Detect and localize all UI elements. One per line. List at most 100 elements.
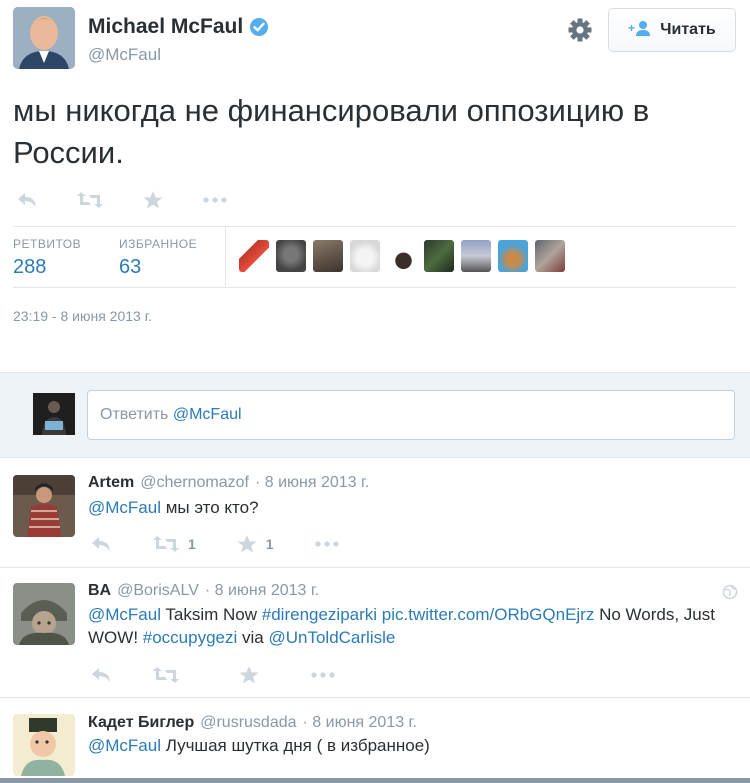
follow-button[interactable]: + Читать bbox=[608, 8, 736, 52]
retweet-action[interactable]: 1 bbox=[152, 535, 196, 553]
reply-date[interactable]: · 8 июня 2013 г. bbox=[303, 714, 417, 732]
favoriter-avatar[interactable] bbox=[276, 240, 306, 272]
reply-icon bbox=[16, 191, 38, 209]
reply-mention[interactable]: @UnToldCarlisle bbox=[268, 628, 395, 647]
reply-date[interactable]: · 8 июня 2013 г. bbox=[205, 582, 319, 600]
favoriter-avatar[interactable] bbox=[387, 240, 417, 272]
reply-author-name[interactable]: Кадет Биглер bbox=[88, 714, 194, 732]
more-action[interactable] bbox=[202, 196, 228, 204]
favoriter-avatar[interactable] bbox=[350, 240, 380, 272]
reply-avatar[interactable] bbox=[13, 714, 75, 776]
reply-box: Ответить @McFaul bbox=[0, 372, 750, 458]
current-user-avatar bbox=[33, 393, 75, 435]
reply-icon bbox=[90, 666, 112, 684]
favorite-action[interactable] bbox=[142, 190, 164, 210]
reply-text: @McFaul мы это кто? bbox=[88, 496, 728, 519]
bottom-edge-bar bbox=[0, 778, 750, 783]
reply-mention[interactable]: @McFaul bbox=[88, 605, 161, 624]
star-icon bbox=[142, 190, 164, 210]
favorite-action[interactable] bbox=[238, 665, 260, 685]
reply-action[interactable] bbox=[90, 666, 112, 684]
reply-author-handle[interactable]: @BorisALV bbox=[117, 582, 199, 600]
more-action[interactable] bbox=[314, 540, 340, 548]
reply-author-handle[interactable]: @chernomazof bbox=[140, 474, 249, 492]
retweet-icon bbox=[76, 191, 104, 209]
reply-mention[interactable]: @McFaul bbox=[88, 498, 161, 517]
reply-header: Artem @chernomazof · 8 июня 2013 г. bbox=[88, 474, 369, 492]
author-name[interactable]: Michael McFaul bbox=[88, 15, 243, 39]
reply-input[interactable]: Ответить @McFaul bbox=[87, 390, 735, 440]
favorited-by-avatars bbox=[239, 240, 565, 272]
tweet-actions bbox=[16, 190, 228, 210]
reply-action[interactable] bbox=[16, 191, 38, 209]
svg-text:+: + bbox=[628, 21, 635, 35]
reply-text: @McFaul Лучшая шутка дня ( в избранное) bbox=[88, 734, 728, 757]
reply-header: BA @BorisALV · 8 июня 2013 г. bbox=[88, 582, 319, 600]
retweet-icon bbox=[152, 666, 180, 684]
author-name-row: Michael McFaul bbox=[88, 15, 269, 39]
retweet-action[interactable] bbox=[152, 666, 180, 684]
retweet-icon bbox=[152, 535, 180, 553]
gear-icon[interactable] bbox=[566, 16, 594, 44]
favoriter-avatar[interactable] bbox=[498, 240, 528, 272]
reply-author-name[interactable]: BA bbox=[88, 582, 111, 600]
retweet-action[interactable] bbox=[76, 191, 104, 209]
reply-text: @McFaul Taksim Now #direngeziparki pic.t… bbox=[88, 603, 728, 649]
more-icon bbox=[202, 196, 228, 204]
reply-date[interactable]: · 8 июня 2013 г. bbox=[255, 474, 369, 492]
star-icon bbox=[238, 665, 260, 685]
tweet-text: мы никогда не финансировали оппозицию в … bbox=[13, 93, 650, 170]
tweet-timestamp[interactable]: 23:19 - 8 июня 2013 г. bbox=[13, 308, 152, 324]
favoriter-avatar[interactable] bbox=[313, 240, 343, 272]
favorites-stat[interactable]: ИЗБРАННОЕ 63 bbox=[119, 237, 197, 279]
reply-actions: 1 1 bbox=[90, 534, 340, 554]
reply-avatar[interactable] bbox=[13, 583, 75, 645]
reply-tweet: Artem @chernomazof · 8 июня 2013 г. @McF… bbox=[0, 458, 750, 568]
reply-mention[interactable]: @McFaul bbox=[88, 736, 161, 755]
retweet-count: 1 bbox=[188, 536, 196, 552]
reply-input-prefix: Ответить bbox=[100, 406, 173, 423]
retweets-stat[interactable]: РЕТВИТОВ 288 bbox=[13, 237, 81, 279]
reply-hashtag[interactable]: #occupygezi bbox=[143, 628, 238, 647]
more-action[interactable] bbox=[310, 671, 336, 679]
reply-author-handle[interactable]: @rusrusdada bbox=[200, 714, 296, 732]
retweets-label: РЕТВИТОВ bbox=[13, 237, 82, 251]
author-handle[interactable]: @McFaul bbox=[88, 45, 161, 65]
author-avatar[interactable] bbox=[13, 7, 75, 69]
reply-input-mention: @McFaul bbox=[172, 406, 242, 423]
retweets-count: 288 bbox=[13, 256, 47, 278]
favoriter-avatar[interactable] bbox=[424, 240, 454, 272]
reply-icon bbox=[90, 535, 112, 553]
reply-text-part: via bbox=[237, 628, 269, 647]
globe-icon bbox=[722, 584, 738, 605]
reply-tweet: BA @BorisALV · 8 июня 2013 г. @McFaul Ta… bbox=[0, 568, 750, 698]
tweet-header: Michael McFaul @McFaul + Читать bbox=[0, 0, 750, 78]
favorites-count: 63 bbox=[119, 256, 142, 278]
follow-button-label: Читать bbox=[660, 21, 716, 38]
reply-avatar[interactable] bbox=[13, 475, 75, 537]
stats-divider bbox=[225, 227, 226, 288]
favorites-label: ИЗБРАННОЕ bbox=[119, 237, 198, 251]
verified-badge-icon bbox=[249, 17, 269, 37]
reply-text-part: Taksim Now bbox=[161, 605, 262, 624]
reply-text-content: мы это кто? bbox=[161, 498, 259, 517]
reply-hashtag[interactable]: #direngeziparki bbox=[262, 605, 377, 624]
tweet-page: Michael McFaul @McFaul + Читать мы никог… bbox=[0, 0, 750, 783]
reply-text-content: Лучшая шутка дня ( в избранное) bbox=[161, 736, 430, 755]
tweet-stats: РЕТВИТОВ 288 ИЗБРАННОЕ 63 bbox=[13, 226, 736, 288]
favoriter-avatar[interactable] bbox=[535, 240, 565, 272]
reply-action[interactable] bbox=[90, 535, 112, 553]
star-icon bbox=[236, 534, 258, 554]
more-icon bbox=[314, 540, 340, 548]
reply-header: Кадет Биглер @rusrusdada · 8 июня 2013 г… bbox=[88, 714, 417, 732]
reply-actions bbox=[90, 665, 336, 685]
reply-author-name[interactable]: Artem bbox=[88, 474, 134, 492]
follow-user-icon: + bbox=[628, 20, 652, 41]
favoriter-avatar[interactable] bbox=[239, 240, 269, 272]
reply-tweet: Кадет Биглер @rusrusdada · 8 июня 2013 г… bbox=[0, 698, 750, 783]
reply-media-link[interactable]: pic.twitter.com/ORbGQnEjrz bbox=[382, 605, 595, 624]
favorite-action[interactable]: 1 bbox=[236, 534, 274, 554]
more-icon bbox=[310, 671, 336, 679]
favorite-count: 1 bbox=[265, 536, 274, 552]
favoriter-avatar[interactable] bbox=[461, 240, 491, 272]
